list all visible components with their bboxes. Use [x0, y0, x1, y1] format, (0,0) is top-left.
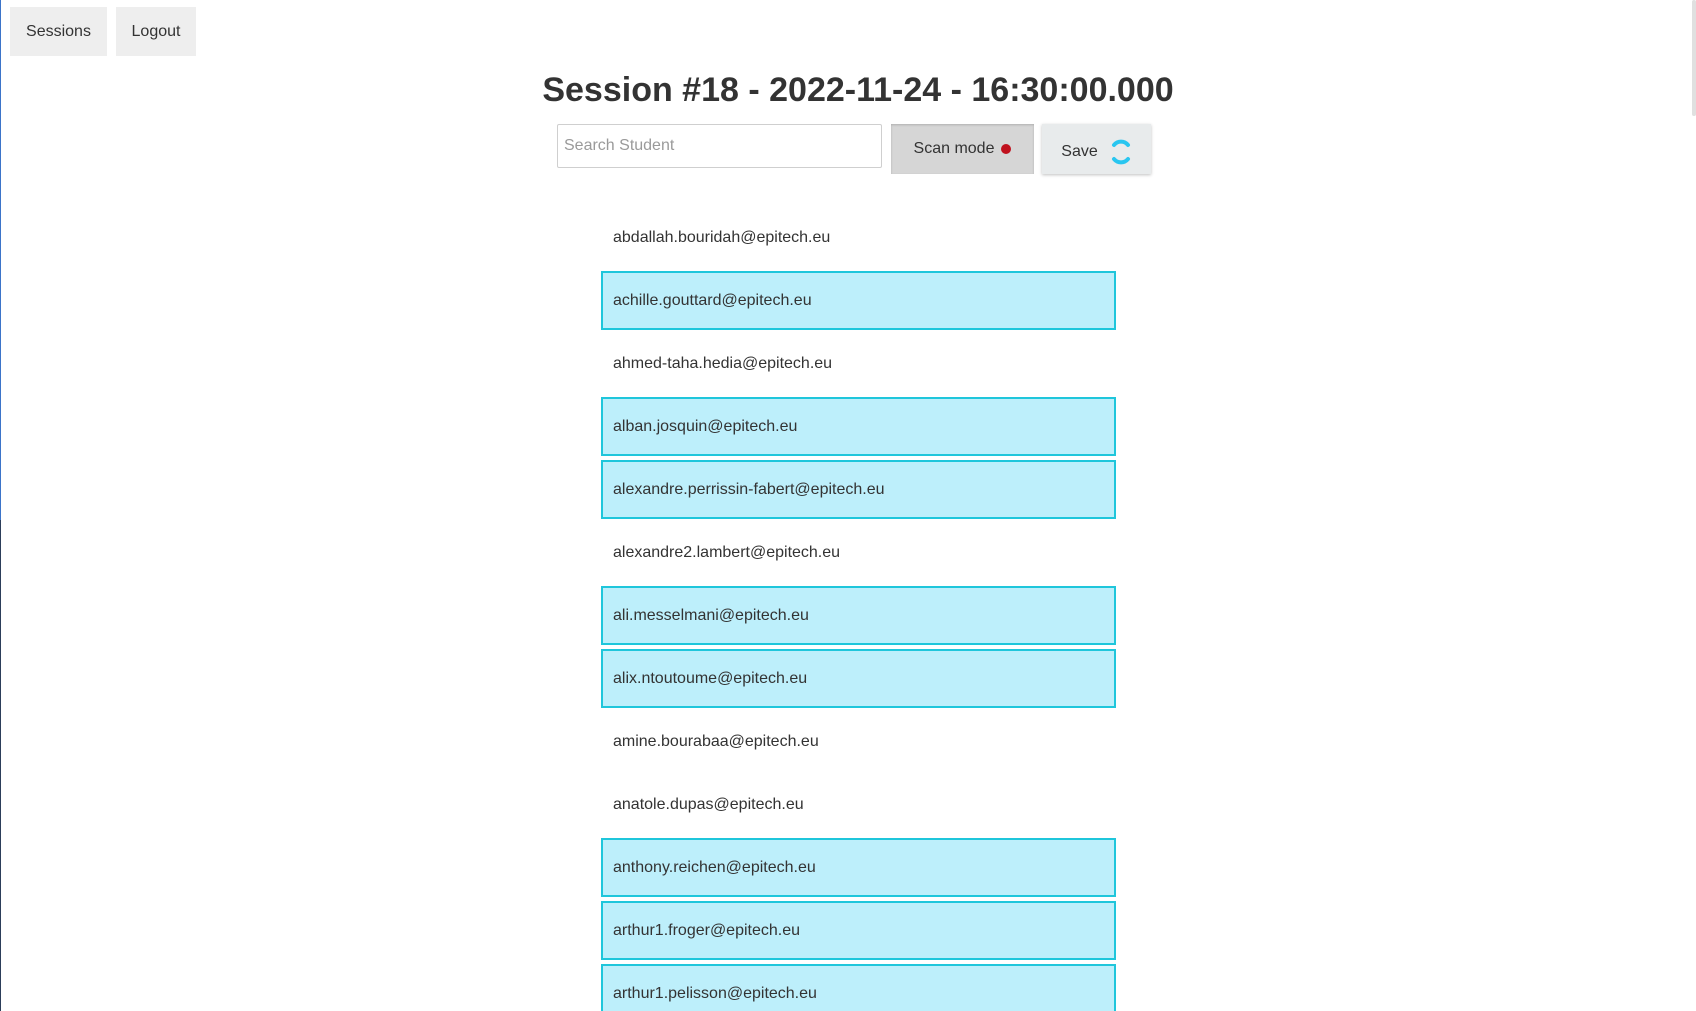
- student-row[interactable]: arthur1.froger@epitech.eu: [601, 901, 1116, 960]
- logout-button[interactable]: Logout: [116, 7, 196, 56]
- student-row[interactable]: anatole.dupas@epitech.eu: [601, 775, 1116, 834]
- top-nav: Sessions Logout: [10, 7, 196, 56]
- student-row[interactable]: arthur1.pelisson@epitech.eu: [601, 964, 1116, 1011]
- student-email: arthur1.froger@epitech.eu: [613, 921, 801, 939]
- student-row[interactable]: ali.messelmani@epitech.eu: [601, 586, 1116, 645]
- student-list: abdallah.bouridah@epitech.eu achille.gout…: [601, 208, 1116, 1011]
- student-email: amine.bourabaa@epitech.eu: [613, 732, 819, 750]
- scan-mode-button[interactable]: Scan mode: [891, 124, 1034, 174]
- sessions-button[interactable]: Sessions: [10, 7, 107, 56]
- student-email: alix.ntoutoume@epitech.eu: [613, 669, 808, 687]
- student-row[interactable]: ahmed-taha.hedia@epitech.eu: [601, 334, 1116, 393]
- student-row[interactable]: alexandre2.lambert@epitech.eu: [601, 523, 1116, 582]
- student-email: achille.gouttard@epitech.eu: [613, 291, 812, 309]
- recording-dot-icon: [1001, 144, 1012, 154]
- student-email: alban.josquin@epitech.eu: [613, 417, 798, 435]
- student-email: ali.messelmani@epitech.eu: [613, 606, 809, 624]
- student-email: anthony.reichen@epitech.eu: [613, 858, 816, 876]
- student-email: alexandre2.lambert@epitech.eu: [613, 543, 841, 561]
- search-student-input[interactable]: [557, 124, 882, 168]
- student-row[interactable]: alban.josquin@epitech.eu: [601, 397, 1116, 456]
- student-row[interactable]: alix.ntoutoume@epitech.eu: [601, 649, 1116, 708]
- student-email: anatole.dupas@epitech.eu: [613, 795, 804, 813]
- student-email: arthur1.pelisson@epitech.eu: [613, 984, 817, 1002]
- scan-mode-label: Scan mode: [913, 140, 995, 157]
- session-toolbar: Scan mode Save: [557, 124, 1151, 174]
- student-row[interactable]: anthony.reichen@epitech.eu: [601, 838, 1116, 897]
- student-email: abdallah.bouridah@epitech.eu: [613, 228, 831, 246]
- save-button[interactable]: Save: [1042, 124, 1151, 174]
- student-row[interactable]: achille.gouttard@epitech.eu: [601, 271, 1116, 330]
- student-email: ahmed-taha.hedia@epitech.eu: [613, 354, 833, 372]
- student-row[interactable]: abdallah.bouridah@epitech.eu: [601, 208, 1116, 267]
- loading-spinner-icon: [1111, 139, 1130, 164]
- save-label: Save: [1061, 142, 1098, 160]
- student-email: alexandre.perrissin-fabert@epitech.eu: [613, 480, 885, 498]
- page-title: Session #18 - 2022-11-24 - 16:30:00.000: [542, 71, 1174, 109]
- student-row[interactable]: alexandre.perrissin-fabert@epitech.eu: [601, 460, 1116, 519]
- student-row[interactable]: amine.bourabaa@epitech.eu: [601, 712, 1116, 771]
